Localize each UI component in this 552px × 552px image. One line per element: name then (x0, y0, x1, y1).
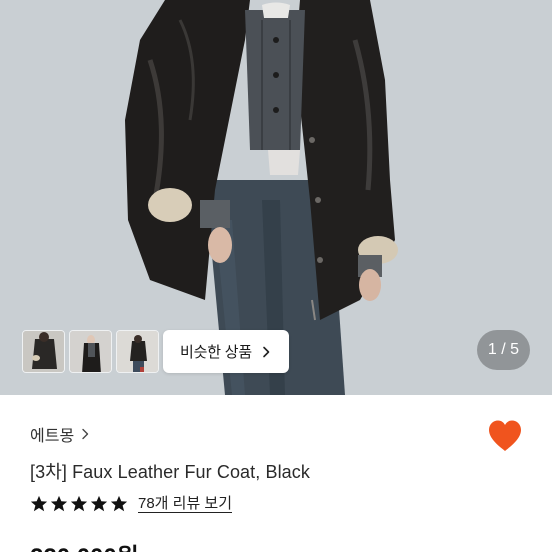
rating-row: 78개 리뷰 보기 (30, 495, 233, 513)
brand-name: 에트몽 (30, 428, 75, 445)
star-icon (30, 495, 48, 512)
heart-icon[interactable] (487, 419, 523, 453)
product-price: 220,000원 (30, 537, 139, 552)
similar-products-button[interactable]: 비슷한 상품 (163, 330, 289, 373)
product-info: 에트몽 [3차] Faux Leather Fur Coat, Black 78… (0, 395, 552, 552)
star-icon (70, 495, 88, 512)
product-title: [3차] Faux Leather Fur Coat, Black (30, 462, 310, 482)
product-image-gallery[interactable]: 비슷한 상품 1 / 5 (0, 0, 552, 395)
rating-stars (30, 495, 128, 513)
image-pager-indicator: 1 / 5 (477, 330, 530, 370)
chevron-right-icon (263, 346, 270, 357)
thumbnail-strip (22, 330, 159, 373)
star-icon (50, 495, 68, 512)
thumbnail-1[interactable] (22, 330, 65, 373)
thumbnail-2[interactable] (69, 330, 112, 373)
thumbnail-3[interactable] (116, 330, 159, 373)
chevron-right-icon (82, 428, 89, 440)
star-icon (110, 495, 128, 512)
brand-link[interactable]: 에트몽 (30, 422, 90, 446)
star-icon (90, 495, 108, 512)
similar-products-label: 비슷한 상품 (180, 344, 252, 361)
review-link[interactable]: 78개 리뷰 보기 (138, 495, 233, 513)
